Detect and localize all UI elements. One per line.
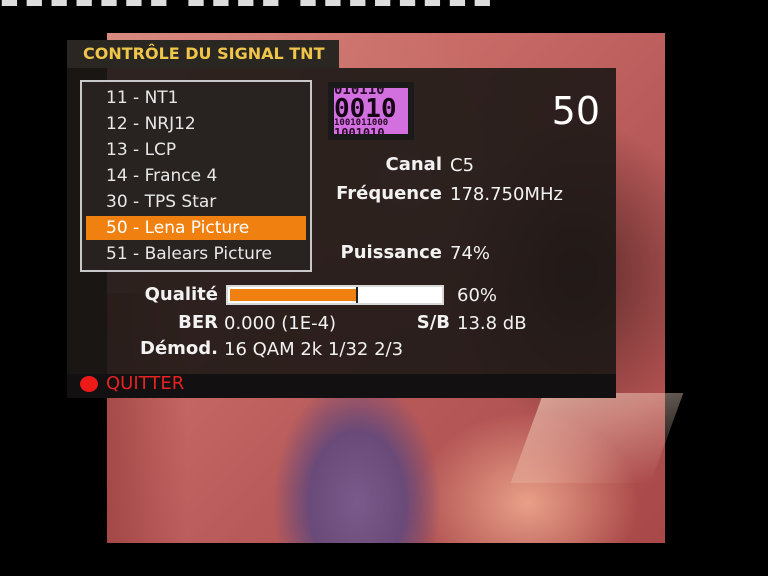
quit-button[interactable]: QUITTER — [106, 373, 184, 395]
video-highlight — [510, 393, 684, 483]
channel-item[interactable]: 12 - NRJ12 — [86, 112, 306, 136]
channel-item[interactable]: 14 - France 4 — [86, 164, 306, 188]
channel-item[interactable]: 13 - LCP — [86, 138, 306, 162]
channel-item[interactable]: 51 - Balears Picture — [86, 242, 306, 266]
thumbnail-image: 010110 0010 1001011000 1001010 — [334, 88, 408, 134]
frequence-label: Fréquence — [336, 183, 442, 204]
sb-label: S/B — [416, 312, 450, 333]
demod-label: Démod. — [140, 338, 218, 359]
ber-value: 0.000 (1E-4) — [224, 313, 337, 334]
channel-item[interactable]: 11 - NT1 — [86, 86, 306, 110]
puissance-value: 74% — [450, 243, 491, 264]
red-button-icon[interactable] — [80, 376, 98, 392]
channel-list[interactable]: 11 - NT1 12 - NRJ12 13 - LCP 14 - France… — [80, 80, 312, 272]
qualite-label: Qualité — [144, 284, 218, 305]
quality-bar-fill — [230, 289, 356, 301]
frequence-value: 178.750MHz — [450, 184, 563, 205]
canal-value: C5 — [450, 155, 475, 176]
top-clipped-text: ■■■■■■■ ■■■■ ■■■■■■■■ — [0, 0, 500, 6]
canal-label: Canal — [385, 154, 443, 175]
channel-item[interactable]: 30 - TPS Star — [86, 190, 306, 214]
channel-item-selected[interactable]: 50 - Lena Picture — [86, 216, 306, 240]
puissance-label: Puissance — [340, 242, 442, 263]
binary-data-icon: 010110 0010 1001011000 1001010 — [328, 82, 414, 140]
ber-label: BER — [178, 312, 218, 333]
demod-value: 16 QAM 2k 1/32 2/3 — [224, 339, 404, 360]
page-title: CONTRÔLE DU SIGNAL TNT — [67, 40, 339, 68]
sb-value: 13.8 dB — [457, 313, 527, 334]
current-channel-number: 50 — [551, 89, 600, 133]
quality-bar-marker — [356, 287, 358, 303]
quality-bar — [226, 285, 444, 305]
qualite-value: 60% — [457, 285, 498, 306]
